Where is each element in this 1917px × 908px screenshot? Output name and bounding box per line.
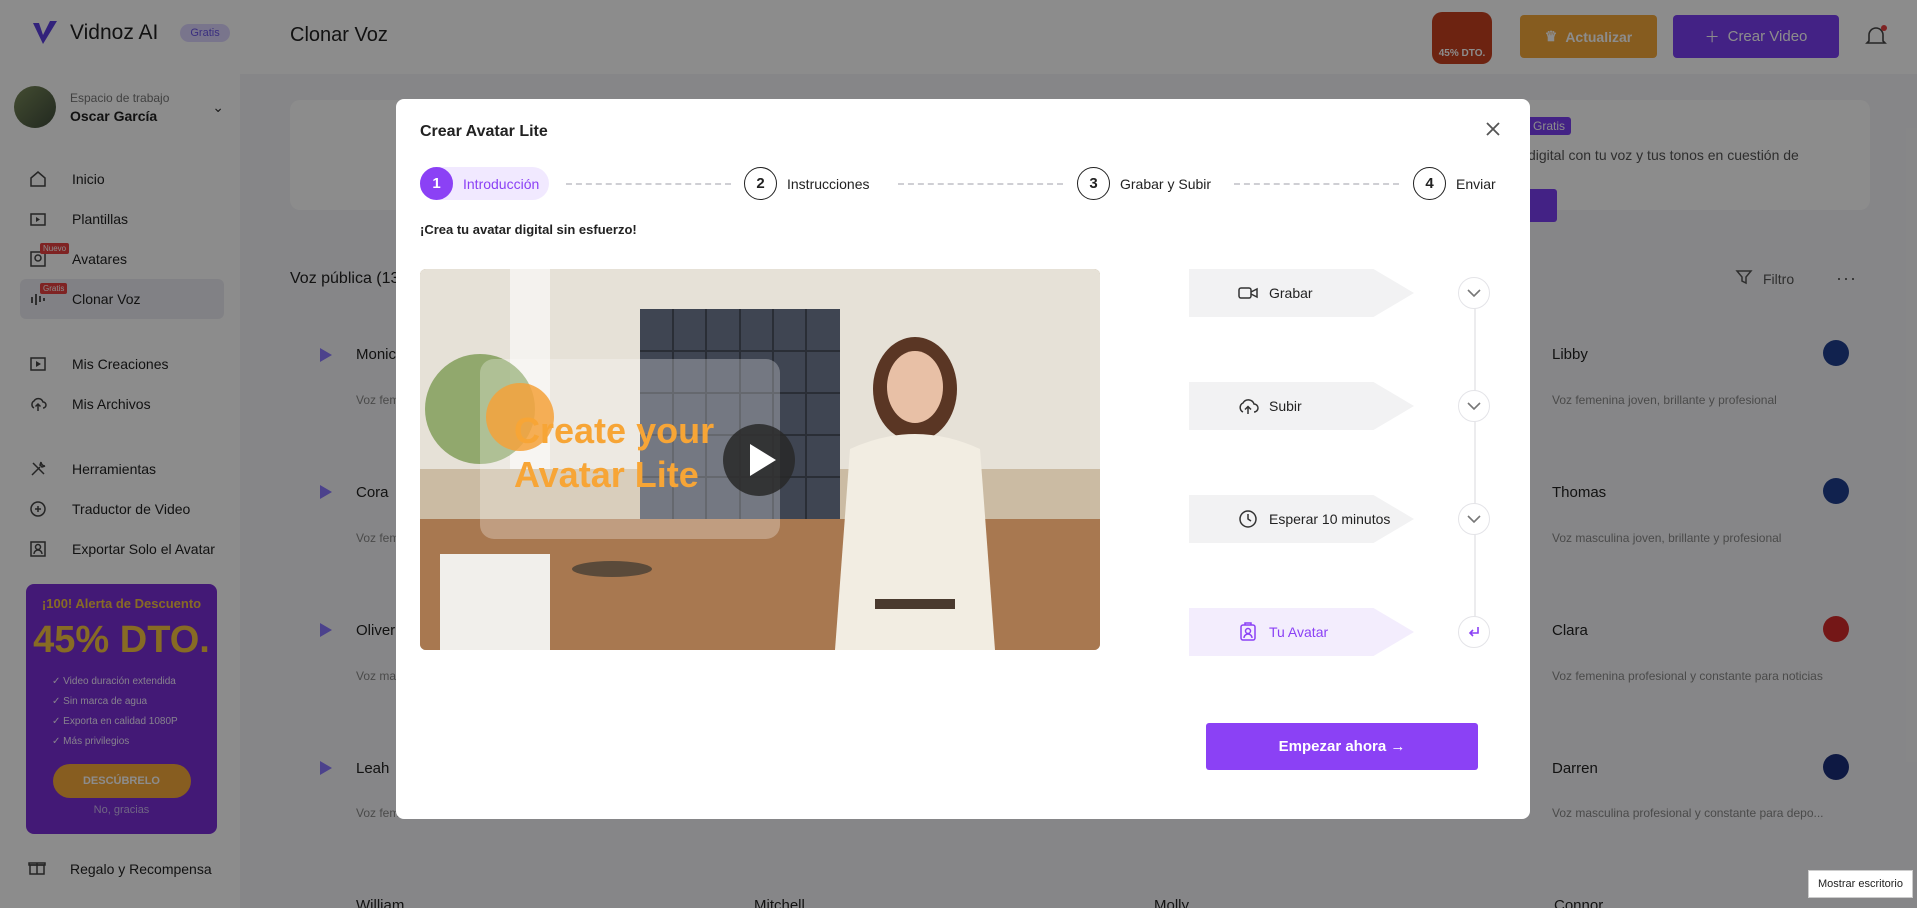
timeline-step-grabar[interactable]: Grabar <box>1189 269 1414 317</box>
step-instrucciones[interactable]: 2 Instrucciones <box>744 167 869 200</box>
upload-cloud-icon <box>1237 395 1259 417</box>
timeline-label: Subir <box>1269 398 1302 414</box>
chevron-down-icon[interactable] <box>1458 277 1490 309</box>
video-caption: Create your Avatar Lite <box>514 410 715 495</box>
chevron-down-icon[interactable] <box>1458 390 1490 422</box>
timeline-connector <box>1474 289 1476 624</box>
step-label: Grabar y Subir <box>1120 175 1212 192</box>
chevron-down-icon[interactable] <box>1458 503 1490 535</box>
create-avatar-lite-dialog: Crear Avatar Lite 1 Introducción 2 Instr… <box>396 99 1530 819</box>
timeline-step-tu-avatar[interactable]: Tu Avatar <box>1189 608 1414 656</box>
intro-heading: ¡Crea tu avatar digital sin esfuerzo! <box>420 222 637 237</box>
step-grabar-y-subir[interactable]: 3 Grabar y Subir <box>1077 167 1211 200</box>
timeline-label: Esperar 10 minutos <box>1269 511 1391 527</box>
timeline-label: Grabar <box>1269 285 1313 301</box>
timeline-label: Tu Avatar <box>1269 624 1329 640</box>
dialog-title: Crear Avatar Lite <box>420 123 548 140</box>
step-enviar[interactable]: 4 Enviar <box>1413 167 1496 200</box>
step-number: 4 <box>1413 167 1446 200</box>
avatar-badge-icon <box>1237 621 1259 643</box>
video-camera-icon <box>1237 282 1259 304</box>
start-now-button[interactable]: Empezar ahora → <box>1206 723 1478 770</box>
step-connector <box>898 183 1063 185</box>
step-connector <box>566 183 731 185</box>
intro-video-player[interactable]: Create your Avatar Lite <box>420 269 1100 650</box>
return-arrow-icon[interactable] <box>1458 616 1490 648</box>
step-connector <box>1234 183 1399 185</box>
step-label: Introducción <box>463 175 540 192</box>
step-introduccion[interactable]: 1 Introducción <box>420 167 550 200</box>
show-desktop-tooltip: Mostrar escritorio <box>1808 870 1913 898</box>
timeline-step-esperar[interactable]: Esperar 10 minutos <box>1189 495 1414 543</box>
play-button[interactable] <box>723 424 795 496</box>
step-number: 1 <box>420 167 453 200</box>
clock-icon <box>1237 508 1259 530</box>
close-icon[interactable] <box>1482 118 1504 140</box>
play-icon <box>750 444 776 476</box>
step-label: Instrucciones <box>787 175 870 192</box>
step-number: 3 <box>1077 167 1110 200</box>
timeline-step-subir[interactable]: Subir <box>1189 382 1414 430</box>
step-label: Enviar <box>1456 175 1496 192</box>
step-number: 2 <box>744 167 777 200</box>
